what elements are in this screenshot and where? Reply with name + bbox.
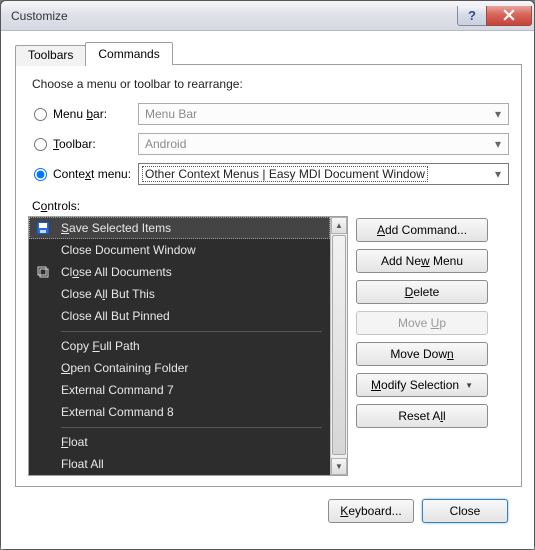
combo-context-menu-value: Other Context Menus | Easy MDI Document … [142, 166, 428, 182]
controls-list-inner: Save Selected Items Close Document Window… [29, 217, 330, 475]
tab-toolbars[interactable]: Toolbars [15, 45, 86, 66]
modify-selection-button[interactable]: Modify Selection▼ [356, 373, 488, 397]
radio-menu-bar-input[interactable] [34, 108, 47, 121]
radio-context-menu-input[interactable] [34, 168, 47, 181]
row-menu-bar: Menu bar: Menu Bar ▾ [28, 101, 509, 127]
help-button[interactable]: ? [457, 6, 487, 26]
separator [29, 423, 330, 431]
tab-commands[interactable]: Commands [85, 42, 172, 65]
row-toolbar: Toolbar: Android ▾ [28, 131, 509, 157]
list-item[interactable]: Copy Full Path [29, 335, 330, 357]
chevron-down-icon: ▼ [465, 381, 473, 390]
list-item[interactable]: External Command 7 [29, 379, 330, 401]
scrollbar[interactable]: ▲ ▼ [330, 217, 347, 475]
closeall-icon [35, 264, 51, 280]
radio-context-menu[interactable]: Context menu: [28, 167, 138, 181]
list-item-label: Float [61, 435, 88, 449]
radio-toolbar-label: Toolbar: [53, 137, 96, 151]
scroll-thumb[interactable] [332, 235, 346, 455]
blank-icon [35, 286, 51, 302]
side-buttons: Add Command... Add New Menu Delete Move … [356, 216, 488, 476]
scroll-down-icon[interactable]: ▼ [331, 458, 347, 475]
list-item[interactable]: Close Document Window [29, 239, 330, 261]
radio-menu-bar-label: Menu bar: [53, 107, 107, 121]
list-item-label: Close All But Pinned [61, 309, 170, 323]
list-item-label: External Command 8 [61, 405, 174, 419]
chevron-down-icon: ▾ [490, 137, 506, 151]
list-item-label: Close All But This [61, 287, 155, 301]
list-item-label: Float All [61, 457, 104, 471]
combo-toolbar-value: Android [145, 137, 186, 151]
blank-icon [35, 338, 51, 354]
radio-toolbar[interactable]: Toolbar: [28, 137, 138, 151]
list-item[interactable]: Close All But Pinned [29, 305, 330, 327]
window-title: Customize [11, 9, 458, 23]
list-item[interactable]: Float All [29, 453, 330, 475]
row-context-menu: Context menu: Other Context Menus | Easy… [28, 161, 509, 187]
list-item-label: Open Containing Folder [61, 361, 188, 375]
window-close-button[interactable] [486, 6, 532, 26]
delete-button[interactable]: Delete [356, 280, 488, 304]
blank-icon [35, 456, 51, 472]
radio-context-menu-label: Context menu: [53, 167, 131, 181]
save-icon [35, 220, 51, 236]
list-item-label: Close Document Window [61, 243, 196, 257]
blank-icon [35, 242, 51, 258]
blank-icon [35, 360, 51, 376]
reset-all-button[interactable]: Reset All [356, 404, 488, 428]
client-area: Toolbars Commands Choose a menu or toolb… [1, 31, 534, 549]
list-item[interactable]: Open Containing Folder [29, 357, 330, 379]
blank-icon [35, 434, 51, 450]
tab-strip: Toolbars Commands [15, 41, 522, 65]
move-down-button[interactable]: Move Down [356, 342, 488, 366]
add-new-menu-button[interactable]: Add New Menu [356, 249, 488, 273]
blank-icon [35, 308, 51, 324]
instruction-text: Choose a menu or toolbar to rearrange: [32, 77, 509, 91]
list-item[interactable]: External Command 8 [29, 401, 330, 423]
radio-toolbar-input[interactable] [34, 138, 47, 151]
scroll-track[interactable] [331, 234, 347, 458]
combo-menu-bar[interactable]: Menu Bar ▾ [138, 103, 509, 125]
list-item[interactable]: Float [29, 431, 330, 453]
list-item-label: Close All Documents [61, 265, 172, 279]
combo-context-menu[interactable]: Other Context Menus | Easy MDI Document … [138, 163, 509, 185]
customize-dialog: Customize ? Toolbars Commands Choose a m… [0, 0, 535, 550]
close-button[interactable]: Close [422, 499, 508, 523]
controls-list[interactable]: Save Selected Items Close Document Window… [28, 216, 348, 476]
add-command-button[interactable]: Add Command... [356, 218, 488, 242]
list-item[interactable]: Close All But This [29, 283, 330, 305]
tab-panel-commands: Choose a menu or toolbar to rearrange: M… [15, 64, 522, 487]
blank-icon [35, 382, 51, 398]
close-icon [503, 9, 515, 21]
list-item[interactable]: Save Selected Items [29, 217, 330, 239]
list-item[interactable]: Close All Documents [29, 261, 330, 283]
chevron-down-icon: ▾ [490, 107, 506, 121]
chevron-down-icon: ▾ [490, 167, 506, 181]
footer: Keyboard... Close [15, 487, 522, 537]
radio-menu-bar[interactable]: Menu bar: [28, 107, 138, 121]
combo-toolbar[interactable]: Android ▾ [138, 133, 509, 155]
list-item-label: External Command 7 [61, 383, 174, 397]
keyboard-button[interactable]: Keyboard... [328, 499, 414, 523]
combo-menu-bar-value: Menu Bar [145, 107, 197, 121]
titlebar[interactable]: Customize ? [1, 1, 534, 31]
separator [29, 327, 330, 335]
blank-icon [35, 404, 51, 420]
scroll-up-icon[interactable]: ▲ [331, 217, 347, 234]
help-icon: ? [468, 8, 476, 23]
move-up-button: Move Up [356, 311, 488, 335]
list-item-label: Copy Full Path [61, 339, 140, 353]
list-item-label: Save Selected Items [61, 221, 171, 235]
controls-area: Save Selected Items Close Document Window… [28, 216, 509, 476]
controls-label: Controls: [32, 199, 509, 213]
